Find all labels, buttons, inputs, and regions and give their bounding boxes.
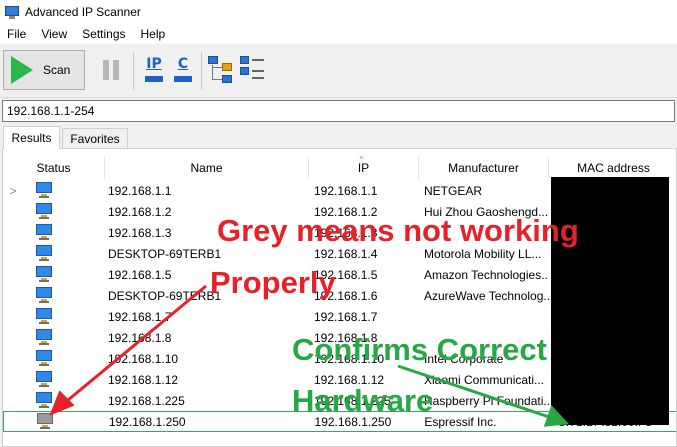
online-computer-icon	[36, 350, 52, 366]
scan-ip-button[interactable]: IP	[143, 56, 165, 86]
online-computer-icon	[36, 224, 52, 240]
pause-button[interactable]	[100, 60, 122, 82]
ip-range-input[interactable]	[2, 100, 675, 122]
scan-label: Scan	[43, 63, 71, 77]
host-manufacturer: AzureWave Technolog...	[424, 288, 549, 303]
sort-ascending-icon: ^	[359, 155, 364, 164]
online-computer-icon	[36, 371, 52, 387]
title-bar: Advanced IP Scanner	[0, 0, 677, 24]
annotation-grey-meaning: Grey means not working	[217, 213, 579, 248]
menu-file[interactable]: File	[0, 27, 34, 41]
online-computer-icon	[36, 245, 52, 261]
scan-subnet-c-button[interactable]: C	[172, 56, 194, 86]
online-computer-icon	[36, 308, 52, 324]
tab-favorites[interactable]: Favorites	[62, 128, 128, 148]
host-name: 192.168.1.8	[108, 330, 172, 345]
host-name: 192.168.1.10	[108, 351, 179, 366]
menu-settings[interactable]: Settings	[75, 27, 133, 41]
host-manufacturer: Xiaomi Communicati...	[424, 372, 545, 387]
tab-bar: Results Favorites	[0, 126, 677, 149]
online-computer-icon	[36, 182, 52, 198]
host-manufacturer: Amazon Technologies...	[424, 267, 549, 282]
window-title: Advanced IP Scanner	[25, 5, 141, 19]
play-icon	[11, 56, 33, 84]
annotation-hardware: Hardware	[292, 383, 434, 418]
pause-icon	[103, 60, 109, 80]
c-icon: C	[177, 56, 189, 72]
host-ip: 192.168.1.7	[314, 309, 378, 324]
app-monitor-icon	[5, 5, 19, 19]
column-header-manufacturer[interactable]: Manufacturer	[419, 157, 549, 179]
host-name: 192.168.1.225	[108, 393, 185, 408]
host-manufacturer: Raspberry Pi Foundati...	[424, 393, 549, 408]
host-name: 192.168.1.250	[108, 414, 186, 429]
column-header-name[interactable]: Name	[105, 157, 309, 179]
online-computer-icon	[36, 329, 52, 345]
online-computer-icon	[36, 287, 52, 303]
host-manufacturer: Espressif Inc.	[424, 414, 497, 429]
host-name: 192.168.1.7	[108, 309, 172, 324]
annotation-confirms-correct: Confirms Correct	[292, 332, 547, 367]
column-header-status[interactable]: Status	[3, 157, 105, 179]
toolbar-separator	[133, 52, 134, 90]
host-ip: 192.168.1.1	[314, 183, 378, 198]
host-name: 192.168.1.12	[108, 372, 179, 387]
annotation-properly: Properly	[210, 265, 336, 300]
column-header-ip[interactable]: ^ IP	[309, 155, 419, 179]
collapse-all-button[interactable]	[240, 56, 266, 84]
tab-results[interactable]: Results	[3, 126, 60, 149]
online-computer-icon	[36, 392, 52, 408]
online-computer-icon	[36, 203, 52, 219]
ip-icon: IP	[146, 56, 162, 72]
host-name: 192.168.1.1	[108, 183, 172, 198]
expand-all-button[interactable]	[208, 56, 234, 84]
menu-help[interactable]: Help	[134, 27, 174, 41]
offline-computer-icon	[36, 413, 53, 429]
expand-chevron-icon[interactable]: >	[3, 184, 23, 198]
host-manufacturer: NETGEAR	[424, 183, 483, 198]
grid-header: Status Name ^ IP Manufacturer MAC addres…	[3, 155, 676, 179]
menu-view[interactable]: View	[34, 27, 75, 41]
menu-bar: File View Settings Help	[0, 24, 677, 44]
toolbar-separator	[201, 52, 202, 90]
online-computer-icon	[36, 266, 52, 282]
scan-button[interactable]: Scan	[3, 50, 85, 90]
toolbar: Scan IP C	[0, 44, 677, 98]
column-header-mac[interactable]: MAC address	[549, 157, 676, 179]
